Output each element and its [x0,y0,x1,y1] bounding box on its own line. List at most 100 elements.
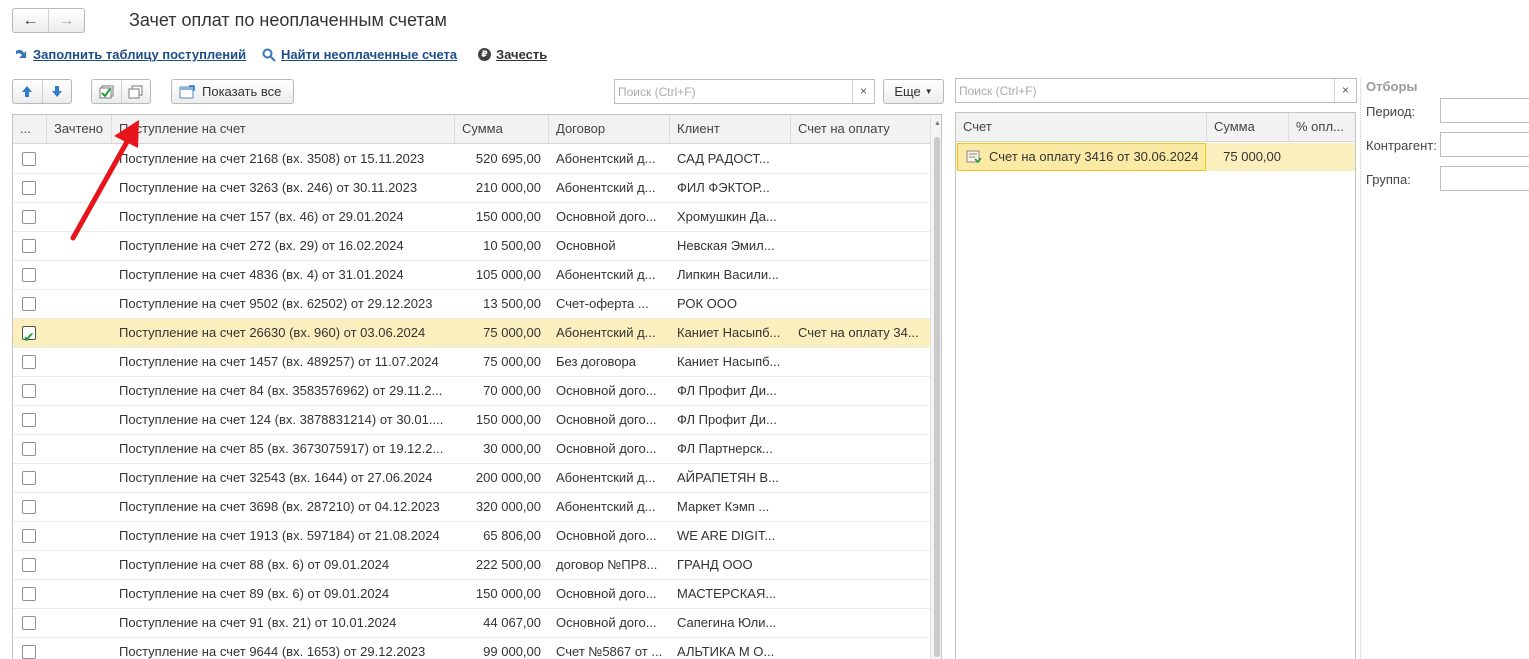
row-checkbox[interactable] [22,323,36,347]
column-header-sum[interactable]: Сумма [1207,113,1289,142]
column-header-client[interactable]: Клиент [670,115,791,144]
check-all-button[interactable] [92,80,121,103]
row-checkbox[interactable] [22,645,36,659]
uncheck-all-button[interactable] [120,80,150,103]
column-header-contract[interactable]: Договор [549,115,670,144]
column-header-receipt[interactable]: Поступление на счет [112,115,455,144]
column-header-menu[interactable]: ... [13,115,47,144]
contract-cell: Абонентский д... [556,325,656,340]
check-cell [13,348,47,376]
table-row[interactable]: Поступление на счет 1913 (вх. 597184) от… [13,522,930,551]
row-checkbox[interactable] [22,616,36,630]
row-checkbox[interactable] [22,558,36,572]
check-cell [13,580,47,608]
left-search-clear-button[interactable]: × [852,80,874,103]
column-header-percent[interactable]: % опл... [1289,113,1355,142]
group-input[interactable] [1440,166,1529,191]
row-checkbox[interactable] [22,442,36,456]
row-checkbox[interactable] [22,210,36,224]
row-checkbox[interactable] [22,471,36,485]
contract-cell: Счет-оферта ... [556,296,649,311]
client-cell: WE ARE DIGIT... [677,528,776,543]
row-checkbox[interactable] [22,529,36,543]
table-row[interactable]: Поступление на счет 157 (вх. 46) от 29.0… [13,203,930,232]
right-search-clear-button[interactable]: × [1334,79,1356,102]
forward-button[interactable]: → [48,9,84,32]
column-header-invoice[interactable]: Счет на оплату [791,115,930,144]
contract-cell: договор №ПР8... [556,557,658,572]
sum-cell: 30 000,00 [483,441,541,456]
table-row[interactable]: Поступление на счет 88 (вх. 6) от 09.01.… [13,551,930,580]
receipt-cell: Поступление на счет 3698 (вх. 287210) от… [119,499,440,514]
row-checkbox[interactable] [22,587,36,601]
receipts-table-header: ... Зачтено Поступление на счет Сумма До… [13,115,930,144]
table-row[interactable]: Поступление на счет 3263 (вх. 246) от 30… [13,174,930,203]
invoice-cell [791,290,930,318]
row-checkbox[interactable] [22,268,36,282]
row-checkbox[interactable] [22,181,36,195]
arrow-left-icon: ← [22,11,39,29]
table-row[interactable]: Поступление на счет 1457 (вх. 489257) от… [13,348,930,377]
offset-link[interactable]: ₽ Зачесть [478,47,547,62]
client-cell: ФИЛ ФЭКТОР... [677,180,770,195]
more-button[interactable]: Еще ▼ [883,79,944,104]
receipts-table: ... Зачтено Поступление на счет Сумма До… [12,114,942,659]
page-title: Зачет оплат по неоплаченным счетам [129,10,447,30]
scrollbar-thumb[interactable] [934,137,940,657]
row-checkbox[interactable] [22,239,36,253]
client-cell: ГРАНД ООО [677,557,753,572]
search-placeholder: Поиск (Ctrl+F) [959,84,1037,98]
row-checkbox[interactable] [22,500,36,514]
clear-icon: × [859,84,867,98]
back-button[interactable]: ← [13,9,48,32]
column-header-sum[interactable]: Сумма [455,115,549,144]
column-header-invoice[interactable]: Счет [956,113,1207,142]
table-row[interactable]: Поступление на счет 124 (вх. 3878831214)… [13,406,930,435]
filters-title: Отборы [1366,79,1418,94]
left-search-input[interactable]: Поиск (Ctrl+F) × [614,79,875,104]
table-row[interactable]: Поступление на счет 4836 (вх. 4) от 31.0… [13,261,930,290]
client-cell: РОК ООО [677,296,738,311]
move-up-button[interactable] [13,80,42,103]
receipts-scrollbar[interactable]: ▲ [930,115,941,659]
contract-cell: Основной дого... [556,615,657,630]
invoice-cell [791,638,930,659]
find-unpaid-link[interactable]: Найти неоплаченные счета [262,47,457,62]
table-row[interactable]: Поступление на счет 84 (вх. 3583576962) … [13,377,930,406]
contract-cell: Без договора [556,354,636,369]
move-down-button[interactable] [41,80,71,103]
invoice-row[interactable]: Счет на оплату 3416 от 30.06.2024 75 000… [956,143,1355,171]
table-row[interactable]: Поступление на счет 9502 (вх. 62502) от … [13,290,930,319]
sum-cell: 99 000,00 [483,644,541,659]
invoice-cell[interactable]: Счет на оплату 3416 от 30.06.2024 [957,143,1206,171]
table-row[interactable]: Поступление на счет 272 (вх. 29) от 16.0… [13,232,930,261]
table-row[interactable]: Поступление на счет 91 (вх. 21) от 10.01… [13,609,930,638]
table-row[interactable]: Поступление на счет 89 (вх. 6) от 09.01.… [13,580,930,609]
show-all-button[interactable]: Показать все [171,79,294,104]
counterparty-input[interactable] [1440,132,1529,157]
table-row[interactable]: Поступление на счет 9644 (вх. 1653) от 2… [13,638,930,659]
contract-cell: Основной дого... [556,412,657,427]
table-row[interactable]: Поступление на счет 3698 (вх. 287210) от… [13,493,930,522]
column-header-offset[interactable]: Зачтено [47,115,112,144]
offset-cell [47,464,112,492]
check-cell [13,609,47,637]
client-cell: Маркет Кэмп ... [677,499,770,514]
contract-cell: Абонентский д... [556,151,656,166]
table-row[interactable]: Поступление на счет 26630 (вх. 960) от 0… [13,319,930,348]
fill-table-link[interactable]: Заполнить таблицу поступлений [14,47,246,62]
right-search-input[interactable]: Поиск (Ctrl+F) × [955,78,1357,103]
table-row[interactable]: Поступление на счет 32543 (вх. 1644) от … [13,464,930,493]
sum-cell: 70 000,00 [483,383,541,398]
check-cell [13,145,47,173]
sum-cell: 65 806,00 [483,528,541,543]
row-checkbox[interactable] [22,297,36,311]
row-checkbox[interactable] [22,413,36,427]
period-input[interactable] [1440,98,1529,123]
table-row[interactable]: Поступление на счет 85 (вх. 3673075917) … [13,435,930,464]
row-checkbox[interactable] [22,355,36,369]
row-checkbox[interactable] [22,384,36,398]
table-row[interactable]: Поступление на счет 2168 (вх. 3508) от 1… [13,145,930,174]
row-checkbox[interactable] [22,152,36,166]
check-cell [13,551,47,579]
